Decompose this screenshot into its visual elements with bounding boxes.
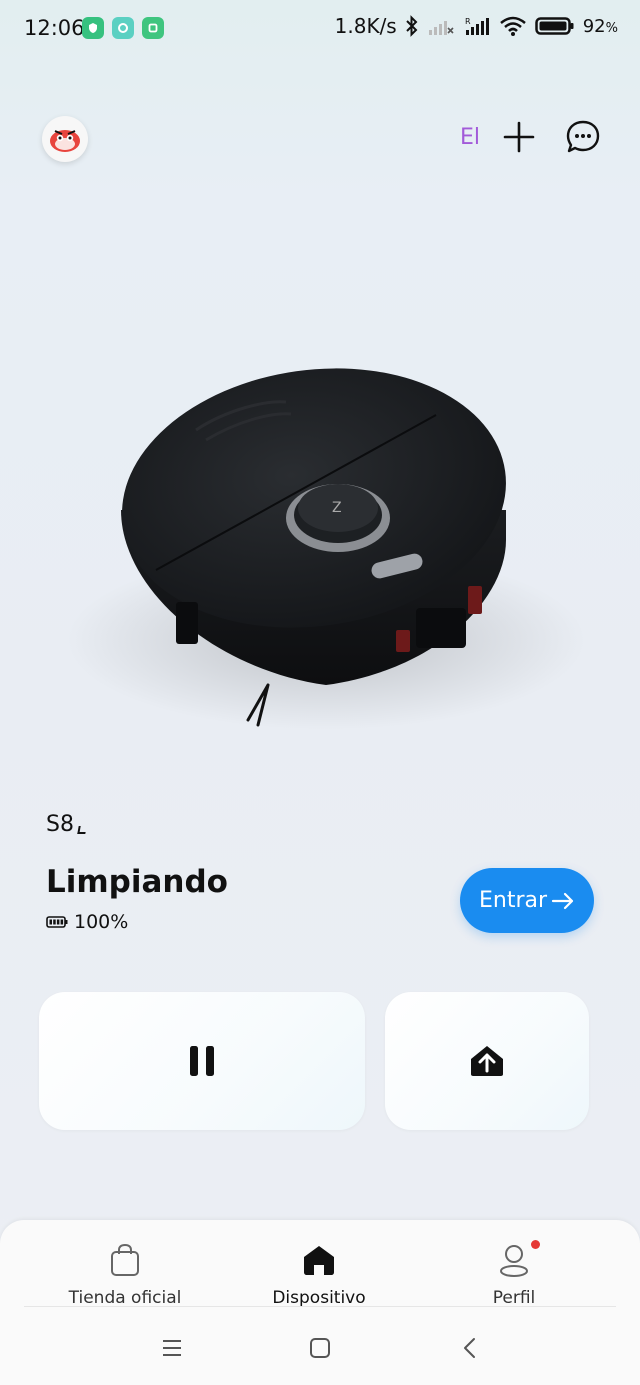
device-battery-value: 100% [74, 911, 129, 933]
nav-profile-label: Perfil [492, 1288, 536, 1308]
nav-device-label: Dispositivo [272, 1288, 366, 1308]
wifi-icon [499, 16, 526, 36]
home-icon [304, 1246, 334, 1275]
bottom-navigation: Tienda oficial Dispositivo Perfil [0, 1220, 640, 1385]
system-navigation [0, 1328, 640, 1368]
app-icon [112, 17, 134, 39]
dock-button[interactable] [385, 992, 589, 1130]
device-name: S8 [46, 812, 74, 837]
return-dock-icon [471, 1046, 503, 1076]
pause-button[interactable] [39, 992, 365, 1130]
svg-text:R: R [465, 17, 471, 26]
status-bar: 12:06 1.8K/s R 92% [0, 0, 640, 58]
avatar[interactable] [42, 116, 88, 162]
notification-dot [531, 1240, 540, 1249]
chat-icon[interactable] [564, 118, 602, 156]
battery-percent: 92% [582, 15, 618, 37]
shopping-bag-icon [111, 1243, 139, 1276]
nav-device[interactable]: Dispositivo [219, 1240, 419, 1308]
battery-full-icon [46, 916, 68, 928]
enter-button[interactable]: Entrar [460, 868, 594, 933]
language-label[interactable]: El [460, 125, 480, 150]
device-name-marker [77, 826, 87, 834]
battery-icon [534, 17, 574, 35]
add-device-icon[interactable] [500, 118, 538, 156]
nav-official-store[interactable]: Tienda oficial [25, 1240, 225, 1308]
nav-official-store-label: Tienda oficial [68, 1288, 182, 1308]
device-status: Limpiando [46, 864, 228, 900]
arrow-right-icon [551, 892, 574, 909]
bluetooth-icon [406, 15, 418, 37]
signal-roaming-icon: R [465, 17, 489, 35]
signal-icon [428, 21, 454, 35]
profile-icon [500, 1245, 528, 1277]
network-speed: 1.8K/s [334, 14, 397, 38]
robot-vacuum-image[interactable]: Z [36, 340, 606, 760]
svg-text:Z: Z [332, 500, 342, 516]
nav-profile[interactable]: Perfil [414, 1240, 614, 1308]
mascot-avatar-icon [50, 130, 80, 152]
status-time: 12:06 [24, 16, 85, 40]
pause-icon [190, 1046, 214, 1076]
back-icon[interactable] [458, 1336, 482, 1360]
mi-home-icon [142, 17, 164, 39]
home-square-icon[interactable] [308, 1336, 332, 1360]
device-battery: 100% [46, 911, 128, 933]
shield-app-icon [82, 17, 104, 39]
menu-icon[interactable] [160, 1336, 184, 1360]
enter-button-label: Entrar [478, 888, 548, 913]
divider [24, 1306, 616, 1307]
